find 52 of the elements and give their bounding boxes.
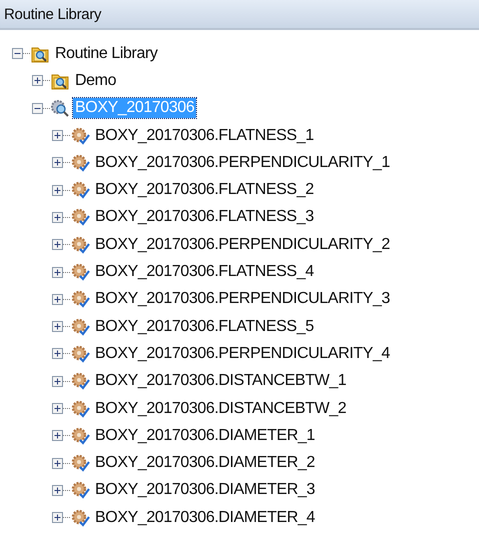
tree-item[interactable]: BOXY_20170306.PERPENDICULARITY_3 [93, 289, 392, 310]
expand-icon[interactable] [52, 484, 70, 496]
tree-item[interactable]: Demo [73, 70, 118, 91]
expand-icon[interactable] [52, 184, 70, 196]
tree-item[interactable]: BOXY_20170306.DIAMETER_3 [93, 480, 317, 500]
expand-icon[interactable] [52, 430, 70, 442]
gear-check-icon [70, 316, 90, 337]
expand-icon[interactable] [52, 294, 70, 305]
expand-icon[interactable] [52, 512, 70, 524]
expand-icon[interactable] [52, 130, 70, 142]
gear-check-icon [70, 344, 90, 364]
gear-check-icon [70, 453, 90, 474]
gear-search-icon [50, 98, 70, 118]
expand-icon[interactable] [52, 239, 70, 250]
collapse-icon[interactable] [32, 102, 50, 114]
tree-item[interactable]: Routine Library [53, 44, 160, 64]
gear-check-icon [70, 426, 90, 446]
tree-item[interactable]: BOXY_20170306.DIAMETER_1 [93, 426, 317, 446]
gear-check-icon [70, 371, 90, 392]
tree-item[interactable]: BOXY_20170306.FLATNESS_1 [93, 126, 316, 146]
expand-icon[interactable] [52, 212, 70, 223]
expand-icon[interactable] [32, 75, 50, 86]
gear-check-icon [70, 480, 90, 500]
tree-item[interactable]: BOXY_20170306.PERPENDICULARITY_1 [93, 152, 392, 173]
collapse-icon[interactable] [12, 48, 30, 60]
tree-item[interactable]: BOXY_20170306.FLATNESS_3 [93, 207, 316, 228]
expand-icon[interactable] [52, 376, 70, 387]
panel-title: Routine Library [0, 0, 479, 30]
tree-item[interactable]: BOXY_20170306.FLATNESS_5 [93, 316, 316, 337]
tree-item[interactable]: BOXY_20170306.DIAMETER_2 [93, 453, 317, 474]
expand-icon[interactable] [52, 157, 70, 168]
gear-check-icon [70, 152, 90, 173]
tree-item[interactable]: BOXY_20170306.DISTANCEBTW_2 [93, 398, 348, 418]
expand-icon[interactable] [52, 321, 70, 332]
gear-check-icon [70, 126, 90, 146]
gear-check-icon [70, 262, 90, 282]
gear-check-icon [70, 508, 90, 528]
expand-icon[interactable] [52, 348, 70, 360]
expand-icon[interactable] [52, 458, 70, 469]
gear-check-icon [70, 180, 90, 200]
tree-item[interactable]: BOXY_20170306.PERPENDICULARITY_2 [93, 234, 392, 255]
tree-item[interactable]: BOXY_20170306.PERPENDICULARITY_4 [93, 344, 392, 364]
gear-check-icon [70, 289, 90, 310]
expand-icon[interactable] [52, 403, 70, 414]
tree-item[interactable]: BOXY_20170306.DISTANCEBTW_1 [93, 371, 348, 392]
gear-check-icon [70, 234, 90, 255]
gear-check-icon [70, 207, 90, 228]
expand-icon[interactable] [52, 266, 70, 278]
tree-item[interactable]: BOXY_20170306.FLATNESS_2 [93, 180, 316, 200]
tree-item[interactable]: BOXY_20170306.FLATNESS_4 [93, 262, 316, 282]
gear-check-icon [70, 398, 90, 418]
tree-item[interactable]: BOXY_20170306.DIAMETER_4 [93, 508, 317, 528]
